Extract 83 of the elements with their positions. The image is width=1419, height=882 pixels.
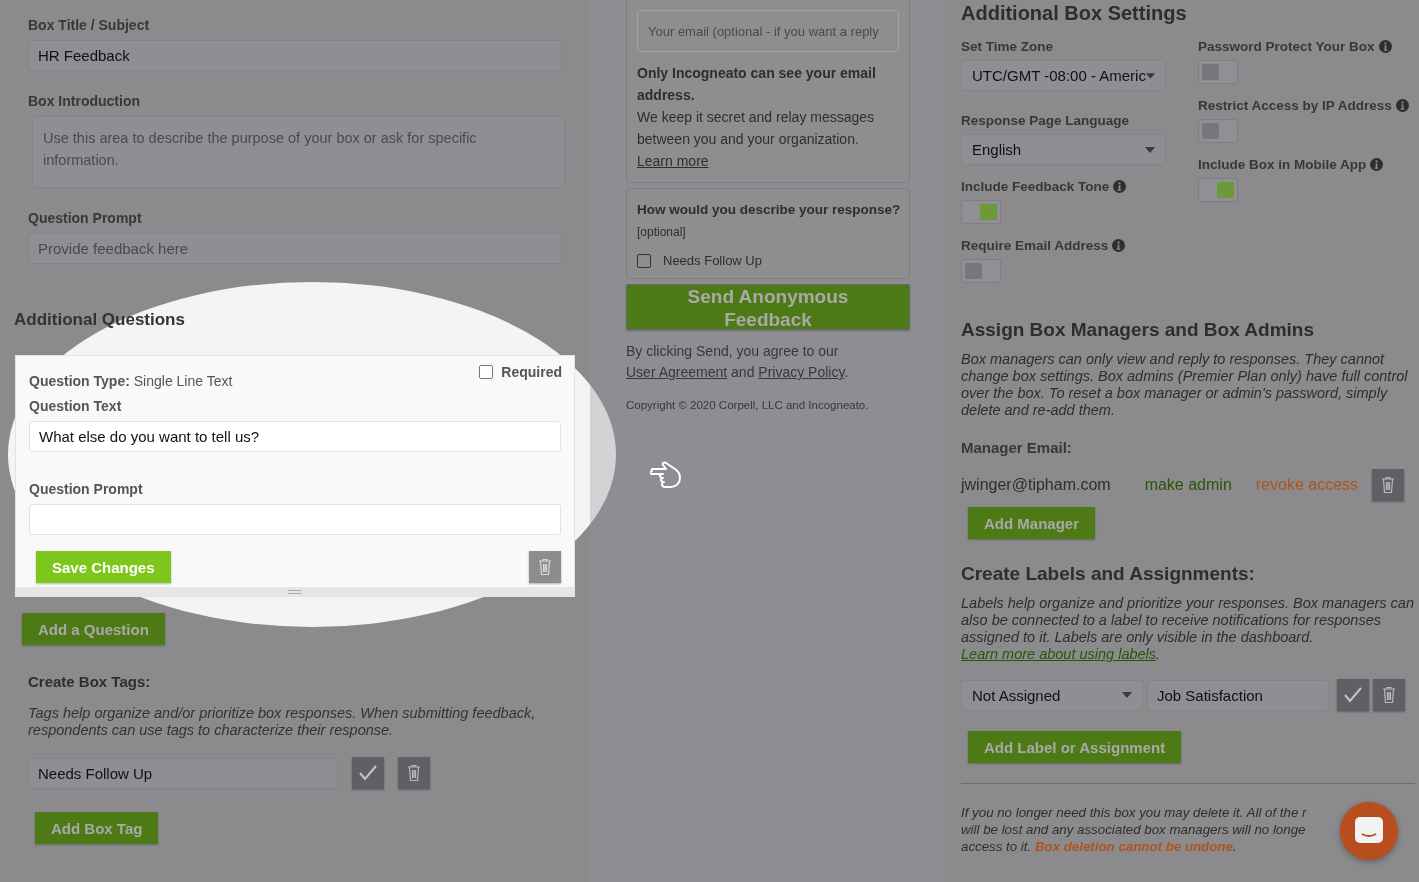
field-label: Manager Email: [961,439,1073,456]
copyright-text: Copyright © 2020 Corpell, LLC and Incogneato. [626,399,870,411]
input-field[interactable]: Provide feedback here [28,233,562,264]
field-label: Question Text [29,397,123,415]
description-text: Tags help organize and/or prioritize box responses. When submitting feedback, respondents can use tags to characterize their response. [28,705,537,739]
optional-note: [optional] [637,225,687,239]
add-tag-button[interactable]: Add Box Tag [35,812,159,844]
info-icon [1113,180,1127,193]
setting-label: Require Email Address [961,238,1109,253]
label-field[interactable]: Job Satisfaction [1147,679,1329,711]
text-link[interactable]: User Agreement [626,364,728,380]
checkbox[interactable] [637,253,651,268]
toggle-switch[interactable] [1198,178,1238,202]
checkbox[interactable] [479,365,494,379]
toggle-switch[interactable] [961,200,1001,224]
trash-icon [1381,476,1396,494]
pointing-hand-icon [650,459,684,489]
time-zone-dropdown[interactable]: UTC/GMT -08:00 - Americ [961,60,1166,91]
confirm-button[interactable] [1337,679,1369,711]
email-field[interactable]: Your email (optional - if you want a reply [637,10,899,52]
confirm-button[interactable] [352,757,384,789]
description-text: Labels help organize and prioritize your responses. Box managers can also be connected to a label to receive notifications for responses assigned to it. Labels are only visible in the dashboard. Learn more about using labels. [961,595,1415,663]
revoke-access-link[interactable]: revoke access [1255,476,1359,494]
toggle-switch[interactable] [961,259,1001,283]
field-label: Box Introduction [28,92,141,110]
make-admin-link[interactable]: make admin [1144,476,1232,494]
section-title: Create Labels and Assignments: [961,563,1256,585]
send-button[interactable]: Send Anonymous Feedback [626,284,910,330]
text-area[interactable]: Use this area to describe the purpose of your box or ask for specific information. [32,116,565,188]
input-field[interactable]: What else do you want to tell us? [29,421,561,452]
language-dropdown[interactable]: English [961,134,1166,165]
info-icon [1370,158,1384,171]
add-label-button[interactable]: Add Label or Assignment [968,731,1182,763]
info-icon [1112,239,1126,252]
save-button[interactable]: Save Changes [36,551,171,583]
add-question-button[interactable]: Add a Question [22,613,165,645]
setting-label: Set Time Zone [961,39,1055,54]
section-title: Assign Box Managers and Box Admins [961,319,1315,341]
setting-label: Restrict Access by IP Address [1198,98,1392,113]
setting-label: Password Protect Your Box [1198,39,1375,54]
privacy-text: We keep it secret and relay messages between you and your organization. Learn more [637,108,876,171]
section-title: Create Box Tags: [28,673,152,690]
section-title: Additional Box Settings [961,2,1188,25]
info-icon [1378,40,1392,53]
toggle-switch[interactable] [1198,119,1238,143]
caret-icon [1122,692,1132,698]
trash-icon [538,558,552,576]
add-manager-button[interactable]: Add Manager [968,507,1095,539]
tag-field[interactable]: Needs Follow Up [28,757,338,789]
setting-label: Include Box in Mobile App [1198,157,1367,172]
field-label: Question Prompt [29,480,144,498]
check-icon [1344,687,1362,703]
checkbox-label: Required [501,364,562,380]
agreement-text: By clicking Send, you agree to our User Agreement and Privacy Policy. [626,342,850,382]
trash-icon [1382,686,1396,704]
setting-label: Include Feedback Tone [961,179,1110,194]
caret-icon [1145,72,1155,79]
field-label: Box Title / Subject [28,16,151,34]
delete-button[interactable] [1373,679,1405,711]
checkbox-label: Needs Follow Up [663,253,762,268]
info-icon [1395,99,1409,112]
trash-icon [407,764,421,782]
delete-button[interactable] [529,551,561,583]
caret-icon [1145,146,1155,153]
input-field[interactable]: HR Feedback [28,40,562,71]
chat-button[interactable] [1340,802,1398,860]
field-label: Question Prompt [28,209,143,227]
resize-handle[interactable] [16,587,574,596]
delete-button[interactable] [1372,469,1405,501]
check-icon [359,765,377,781]
setting-label: Response Page Language [961,113,1131,128]
privacy-title: Only Incogneato can see your email address. [637,64,877,105]
description-text: Box managers can only view and reply to responses. They cannot change box settings. Box admins (Premier Plan only) have full control over the box. To reset a box manager or admin's password, simply delete and re-add them. [961,351,1409,419]
question-title: How would you describe your response? [637,201,899,219]
text-link[interactable]: Learn more [637,153,709,169]
input-field[interactable] [29,504,561,535]
toggle-switch[interactable] [1198,60,1238,84]
section-title: Additional Questions [14,310,186,330]
assignee-dropdown[interactable]: Not Assigned [961,679,1143,711]
manager-email: jwinger@tipham.com [961,476,1111,494]
delete-notice: If you no longer need this box you may delete it. All of the r will be lost and any associated box managers will no longe access to it. Box deletion cannot be undone. [961,804,1308,855]
chat-icon [1354,816,1384,846]
delete-button[interactable] [398,757,430,789]
